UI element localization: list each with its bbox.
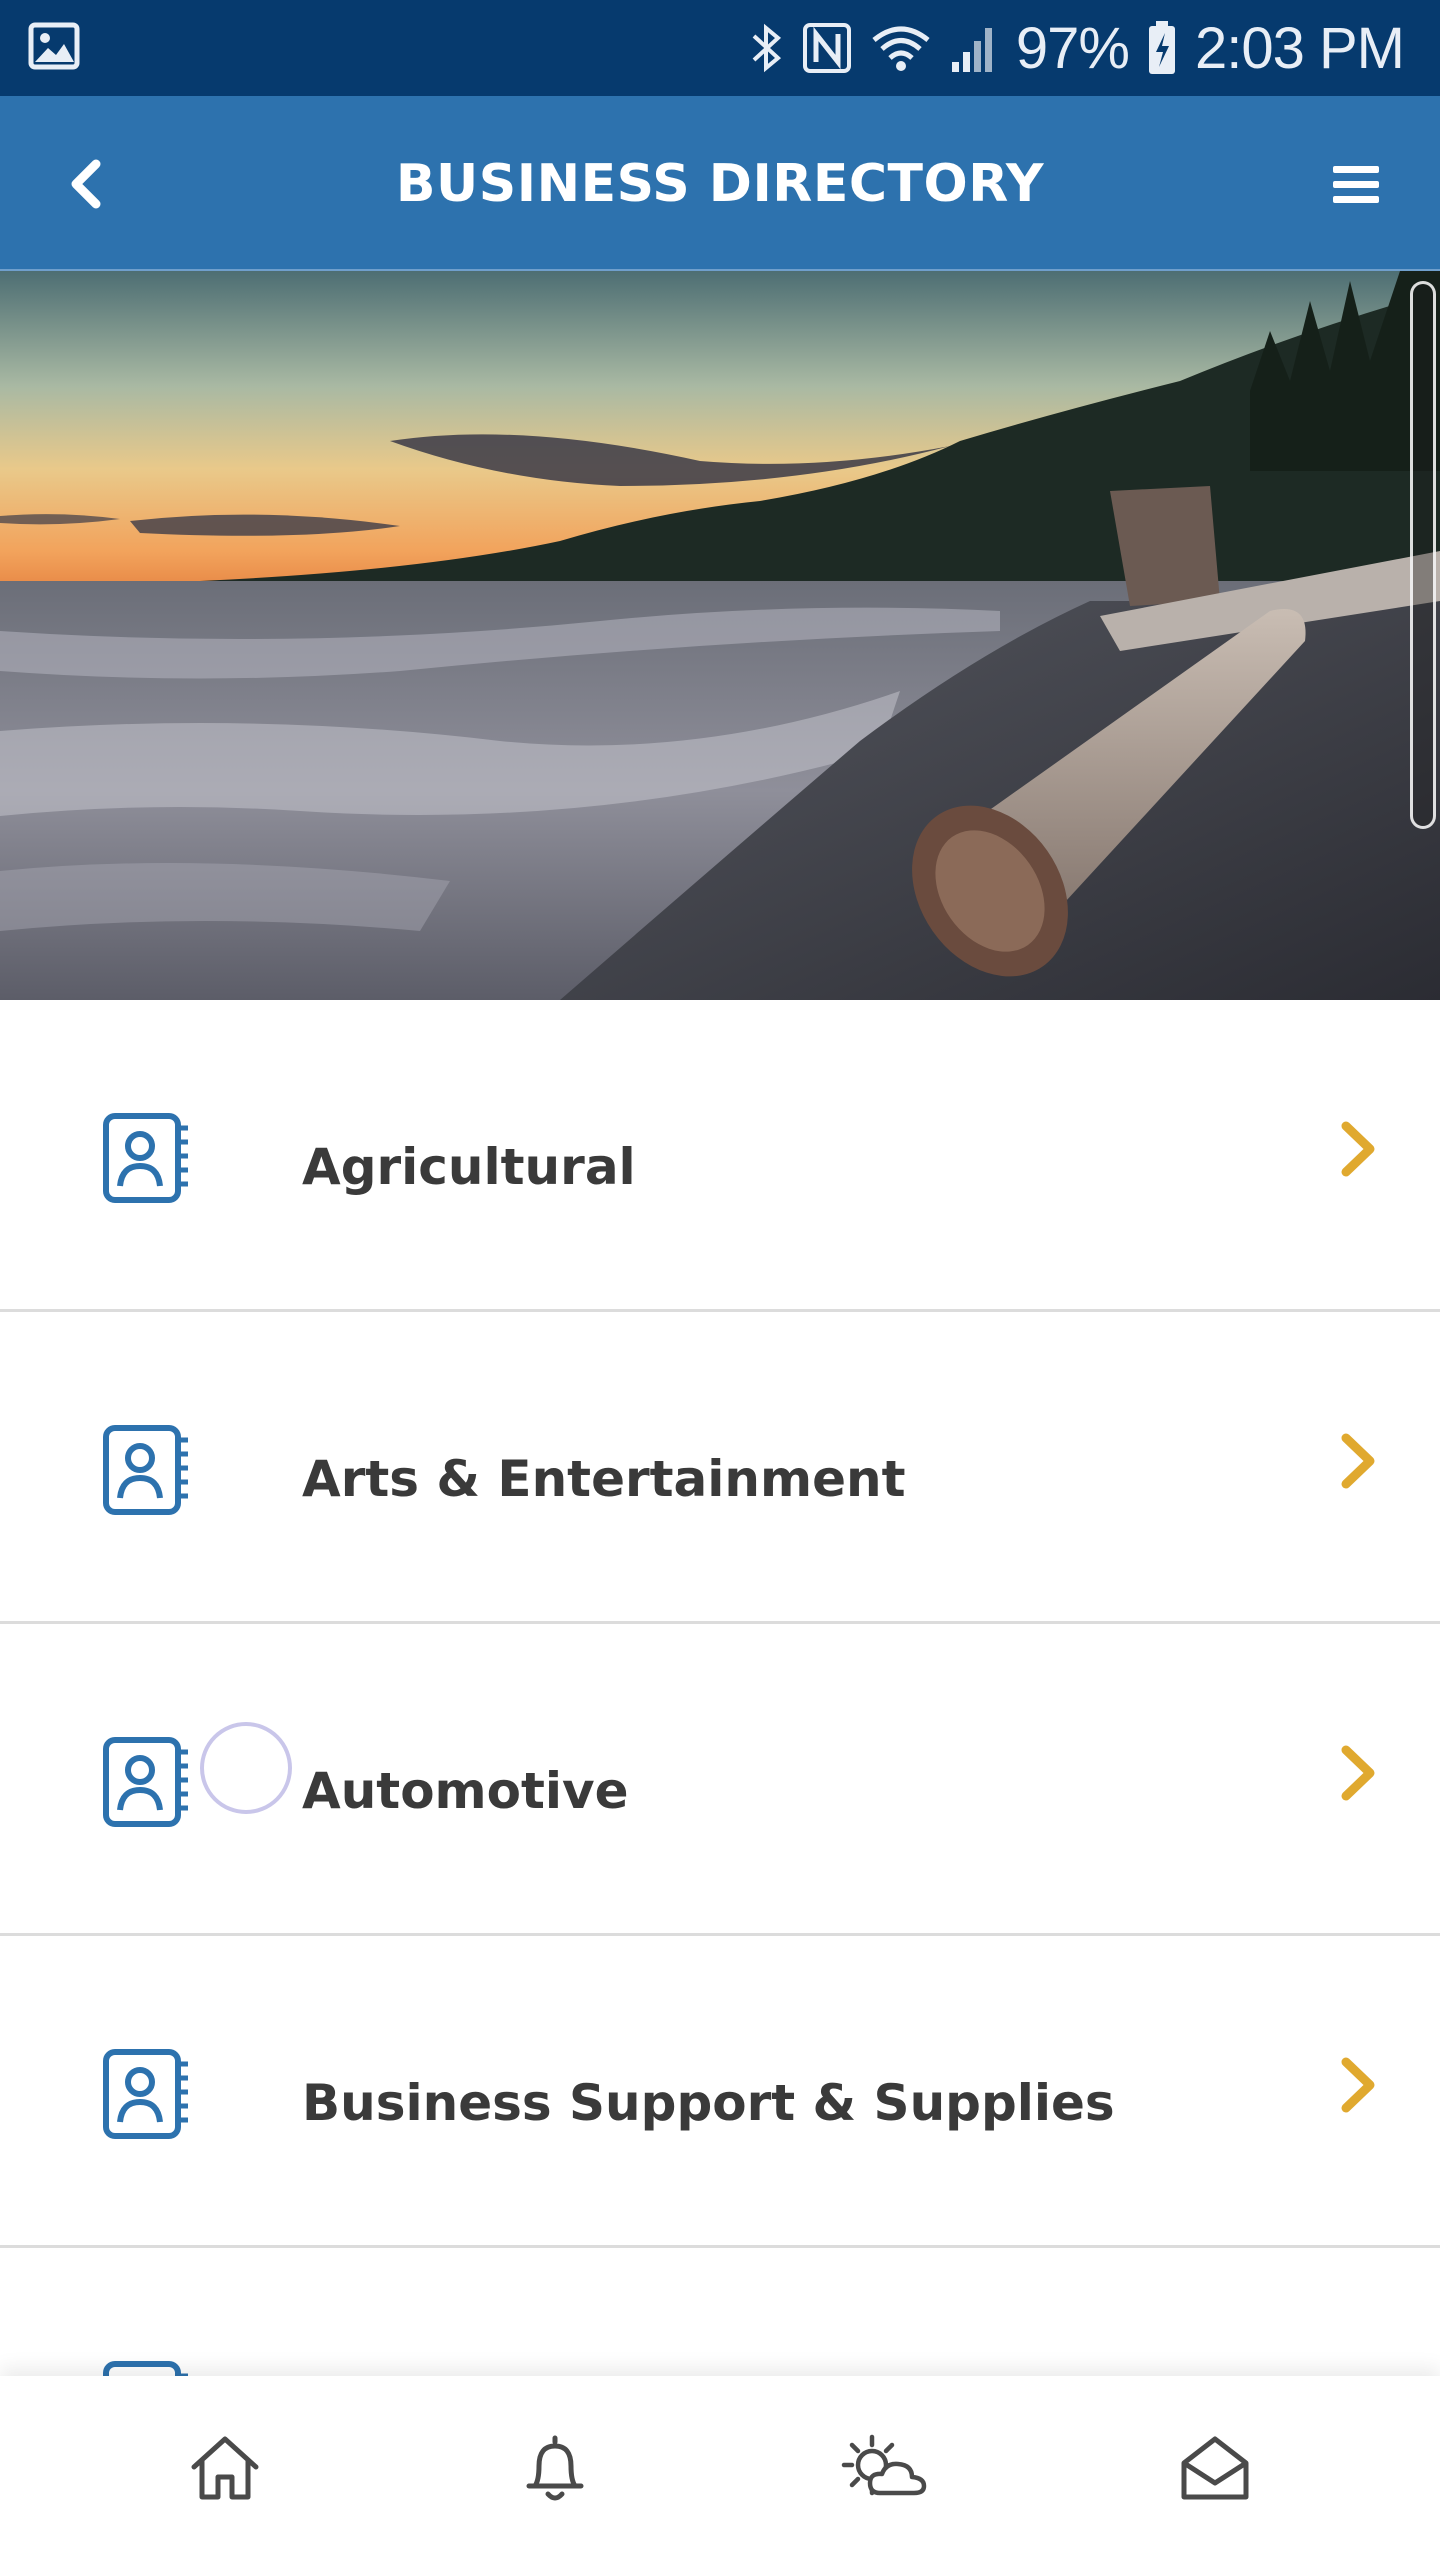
status-bar: 97% 2:03 PM (0, 0, 1440, 96)
list-item-label: Automotive (302, 1762, 629, 1820)
contact-book-icon (103, 1737, 188, 1827)
list-item[interactable]: Agricultural (0, 1000, 1440, 1312)
bottom-navigation (0, 2376, 1440, 2560)
menu-button[interactable] (1320, 148, 1392, 220)
list-item[interactable]: Arts & Entertainment (0, 1312, 1440, 1624)
wifi-icon (870, 22, 932, 74)
bell-icon (526, 2435, 584, 2501)
battery-text: 97% (1015, 15, 1130, 81)
chevron-left-icon (71, 159, 101, 209)
beach-sunset-image (0, 271, 1440, 1000)
chevron-right-icon (1341, 1433, 1375, 1489)
hamburger-menu-icon (1333, 166, 1379, 203)
hero-image (0, 271, 1440, 1000)
home-icon (191, 2436, 259, 2500)
back-button[interactable] (50, 148, 122, 220)
list-item-label: Business Support & Supplies (302, 2074, 1115, 2132)
mail-icon (1181, 2436, 1249, 2500)
contact-book-icon (103, 2049, 188, 2139)
contact-book-icon (103, 1113, 188, 1203)
app-header: BUSINESS DIRECTORY (0, 96, 1440, 271)
list-item-label: Agricultural (302, 1138, 636, 1196)
image-icon (28, 22, 80, 72)
weather-icon (841, 2434, 927, 2496)
contact-book-icon (103, 1425, 188, 1515)
signal-icon (950, 22, 998, 74)
chevron-right-icon (1341, 1745, 1375, 1801)
nav-weather-button[interactable] (825, 2408, 945, 2528)
list-item-label: Arts & Entertainment (302, 1450, 906, 1508)
nav-mail-button[interactable] (1155, 2408, 1275, 2528)
bluetooth-icon (750, 22, 784, 74)
nfc-icon (802, 22, 852, 74)
chevron-right-icon (1341, 2057, 1375, 2113)
page-title: BUSINESS DIRECTORY (395, 153, 1045, 214)
chevron-right-icon (1341, 1121, 1375, 1177)
touch-indicator (200, 1722, 292, 1814)
battery-charging-icon (1147, 21, 1177, 75)
list-item[interactable]: Business Support & Supplies (0, 1936, 1440, 2248)
scroll-indicator[interactable] (1410, 281, 1436, 829)
category-list: Agricultural Arts & Entertainment Automo… (0, 1000, 1440, 2560)
nav-notifications-button[interactable] (495, 2408, 615, 2528)
nav-home-button[interactable] (165, 2408, 285, 2528)
clock: 2:03 PM (1195, 15, 1405, 81)
